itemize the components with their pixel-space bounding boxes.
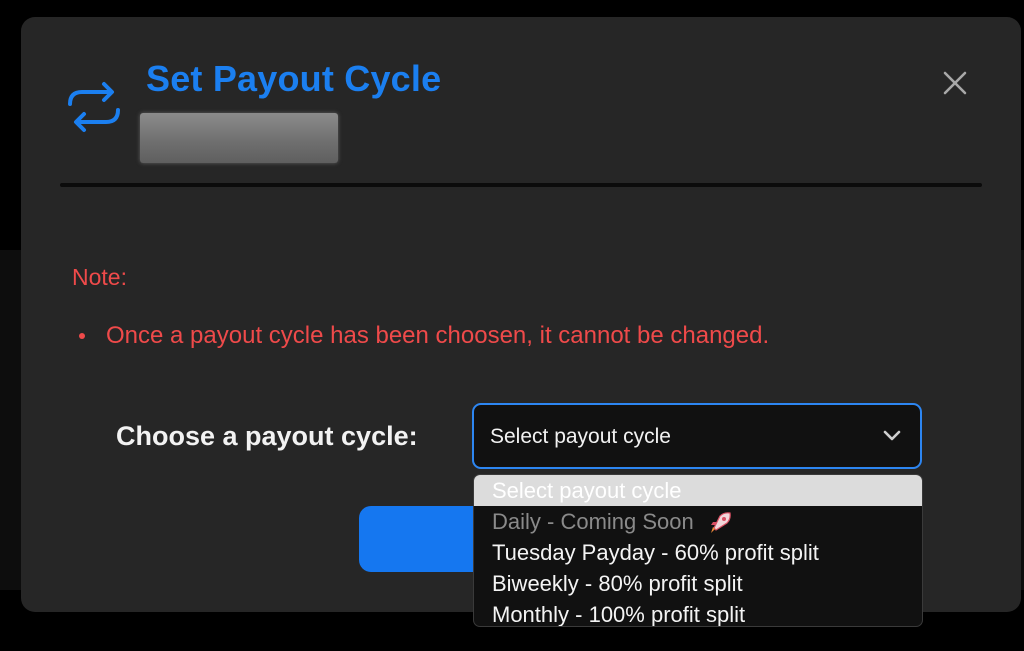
option-label: Daily - Coming Soon bbox=[492, 509, 694, 534]
note-heading: Note: bbox=[72, 264, 127, 290]
redacted-subtitle bbox=[140, 113, 338, 163]
select-value: Select payout cycle bbox=[490, 425, 671, 448]
option-tuesday-payday[interactable]: Tuesday Payday - 60% profit split bbox=[474, 537, 922, 568]
note-list-item: Once a payout cycle has been choosen, it… bbox=[79, 322, 769, 350]
bullet-icon bbox=[79, 333, 85, 339]
chevron-down-icon bbox=[883, 430, 901, 441]
payout-cycle-dropdown: Select payout cycle Daily - Coming Soon … bbox=[473, 474, 923, 627]
header-divider bbox=[60, 183, 982, 187]
rocket-icon bbox=[710, 512, 731, 534]
payout-cycle-label: Choose a payout cycle: bbox=[116, 421, 418, 451]
refresh-cycle-icon bbox=[68, 82, 120, 132]
option-daily: Daily - Coming Soon bbox=[474, 506, 922, 537]
option-monthly[interactable]: Monthly - 100% profit split bbox=[474, 599, 922, 627]
option-label: Monthly - 100% profit split bbox=[492, 602, 746, 627]
payout-cycle-select[interactable]: Select payout cycle bbox=[472, 403, 922, 469]
option-biweekly[interactable]: Biweekly - 80% profit split bbox=[474, 568, 922, 599]
option-label: Select payout cycle bbox=[492, 478, 682, 503]
close-button[interactable] bbox=[938, 66, 972, 100]
submit-button[interactable] bbox=[359, 506, 489, 572]
modal-title: Set Payout Cycle bbox=[146, 58, 442, 99]
note-text: Once a payout cycle has been choosen, it… bbox=[106, 322, 770, 349]
close-icon bbox=[943, 71, 967, 95]
option-select-payout-cycle[interactable]: Select payout cycle bbox=[474, 475, 922, 506]
option-label: Tuesday Payday - 60% profit split bbox=[492, 540, 819, 565]
option-label: Biweekly - 80% profit split bbox=[492, 571, 743, 596]
